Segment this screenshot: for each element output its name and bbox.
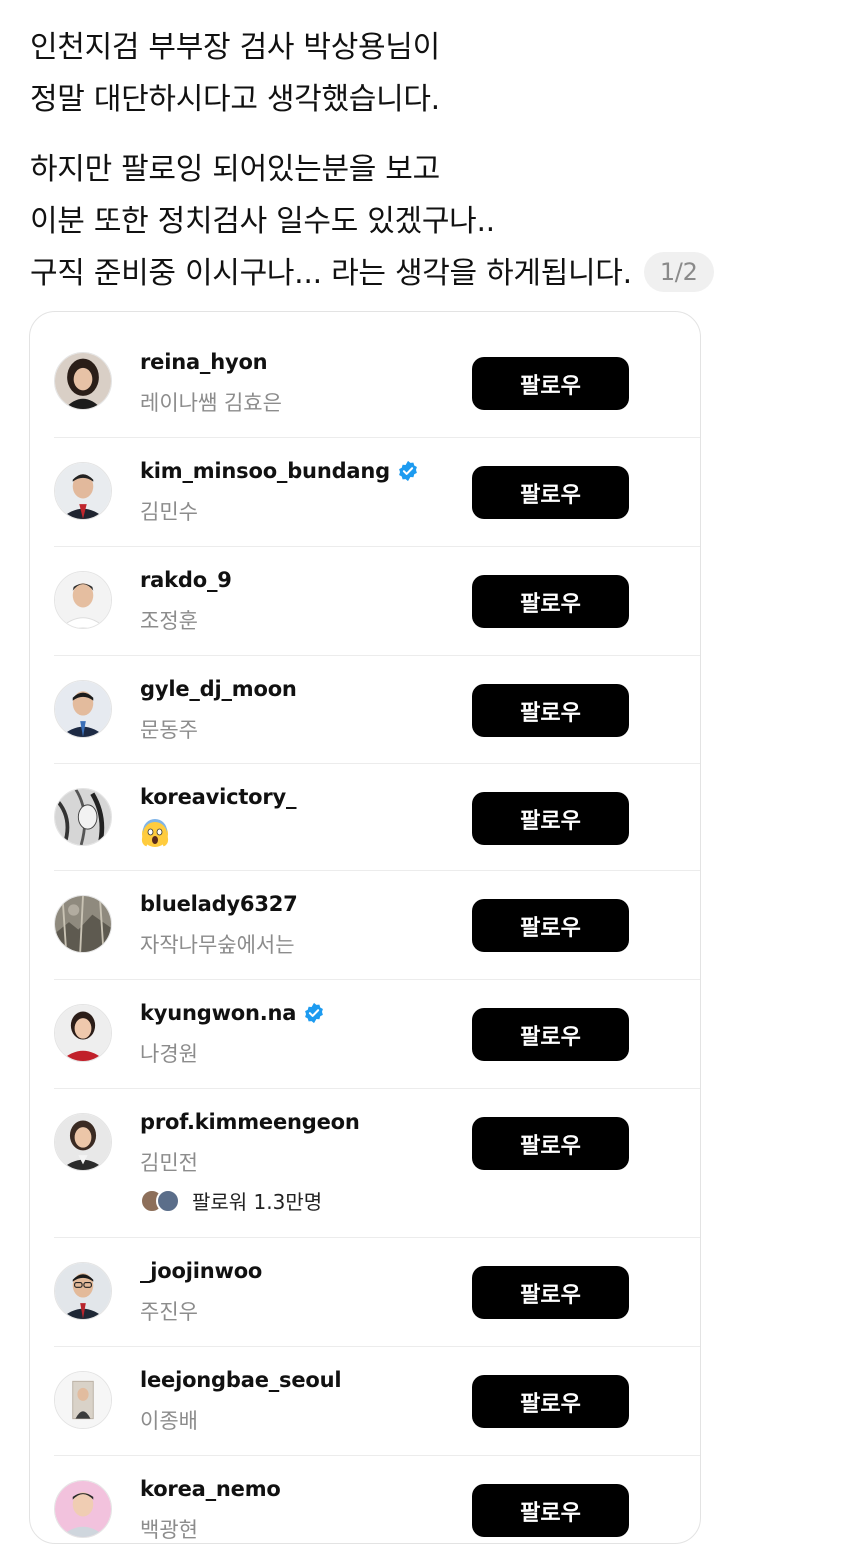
username[interactable]: gyle_dj_moon — [140, 677, 297, 701]
display-name: 김민수 — [140, 500, 198, 524]
username-text[interactable]: reina_hyon — [140, 350, 268, 374]
account-row: kim_minsoo_bundang 김민수 팔로우 — [30, 438, 700, 547]
username-text[interactable]: kim_minsoo_bundang — [140, 459, 390, 483]
avatar[interactable] — [54, 1371, 112, 1429]
display-name: 백광현 — [140, 1518, 198, 1542]
follow-button[interactable]: 팔로우 — [472, 357, 629, 410]
verified-badge-icon — [303, 1002, 325, 1024]
display-name: 조정훈 — [140, 609, 198, 633]
avatar[interactable] — [54, 352, 112, 410]
follow-button[interactable]: 팔로우 — [472, 466, 629, 519]
post-paragraph-2: 하지만 팔로잉 되어있는분을 보고 이분 또한 정치검사 일수도 있겠구나.. … — [30, 144, 830, 300]
avatar[interactable] — [54, 788, 112, 846]
username[interactable]: rakdo_9 — [140, 568, 232, 592]
follow-button[interactable]: 팔로우 — [472, 684, 629, 737]
username-text[interactable]: rakdo_9 — [140, 568, 232, 592]
username-text[interactable]: gyle_dj_moon — [140, 677, 297, 701]
followers-count: 팔로워 1.3만명 — [192, 1190, 323, 1214]
username-text[interactable]: bluelady6327 — [140, 892, 298, 916]
display-name: 주진우 — [140, 1300, 198, 1324]
display-name: 이종배 — [140, 1409, 198, 1433]
follow-button[interactable]: 팔로우 — [472, 1484, 629, 1537]
account-row: bluelady6327 자작나무숲에서는 팔로우 — [30, 871, 700, 980]
display-name: 김민전 — [140, 1151, 198, 1175]
avatar[interactable] — [54, 680, 112, 738]
page-indicator: 1/2 — [643, 251, 714, 292]
username-text[interactable]: koreavictory_ — [140, 785, 297, 809]
post-line: 이분 또한 정치검사 일수도 있겠구나.. — [30, 204, 495, 239]
username[interactable]: koreavictory_ — [140, 785, 297, 809]
follow-button[interactable]: 팔로우 — [472, 1117, 629, 1170]
avatar[interactable] — [54, 1480, 112, 1538]
username[interactable]: reina_hyon — [140, 350, 268, 374]
account-row: reina_hyon 레이나쌤 김효은 팔로우 — [30, 312, 700, 438]
avatar[interactable] — [54, 571, 112, 629]
display-name: 자작나무숲에서는 — [140, 933, 295, 957]
post-line: 인천지검 부부장 검사 박상용님이 — [30, 30, 440, 65]
account-row: leejongbae_seoul 이종배 팔로우 — [30, 1347, 700, 1456]
avatar[interactable] — [54, 462, 112, 520]
follow-button[interactable]: 팔로우 — [472, 1375, 629, 1428]
username-text[interactable]: _joojinwoo — [140, 1259, 262, 1283]
display-name: 문동주 — [140, 718, 198, 742]
account-row: gyle_dj_moon 문동주 팔로우 — [30, 656, 700, 764]
username[interactable]: prof.kimmeengeon — [140, 1110, 360, 1134]
account-row: kyungwon.na 나경원 팔로우 — [30, 980, 700, 1089]
username-text[interactable]: leejongbae_seoul — [140, 1368, 342, 1392]
avatar[interactable] — [54, 1113, 112, 1171]
mutual-avatars — [140, 1188, 180, 1213]
username[interactable]: kyungwon.na — [140, 1001, 325, 1025]
account-row: rakdo_9 조정훈 팔로우 — [30, 547, 700, 656]
avatar[interactable] — [54, 1262, 112, 1320]
username[interactable]: _joojinwoo — [140, 1259, 262, 1283]
follow-button[interactable]: 팔로우 — [472, 792, 629, 845]
account-row: korea_nemo 백광현 팔로우 — [30, 1456, 700, 1543]
follow-button[interactable]: 팔로우 — [472, 1266, 629, 1319]
account-row: koreavictory_ 팔로우 — [30, 764, 700, 871]
face-screaming-in-fear-icon — [140, 819, 170, 849]
username-text[interactable]: kyungwon.na — [140, 1001, 296, 1025]
username-text[interactable]: korea_nemo — [140, 1477, 281, 1501]
follow-suggestions-card: reina_hyon 레이나쌤 김효은 팔로우 kim_minsoo_bunda… — [29, 311, 701, 1544]
post-line: 구직 준비중 이시구나... 라는 생각을 하게됩니다. 1/2 — [30, 248, 830, 300]
follow-button[interactable]: 팔로우 — [472, 575, 629, 628]
display-name: 나경원 — [140, 1042, 198, 1066]
username[interactable]: leejongbae_seoul — [140, 1368, 342, 1392]
mutual-followers: 팔로워 1.3만명 — [140, 1186, 322, 1215]
verified-badge-icon — [397, 460, 419, 482]
post-paragraph-1: 인천지검 부부장 검사 박상용님이 정말 대단하시다고 생각했습니다. — [30, 22, 830, 126]
username[interactable]: korea_nemo — [140, 1477, 281, 1501]
post-text: 인천지검 부부장 검사 박상용님이 정말 대단하시다고 생각했습니다. 하지만 … — [30, 22, 830, 300]
username[interactable]: kim_minsoo_bundang — [140, 459, 419, 483]
follow-button[interactable]: 팔로우 — [472, 1008, 629, 1061]
follow-button[interactable]: 팔로우 — [472, 899, 629, 952]
post-line: 정말 대단하시다고 생각했습니다. — [30, 82, 440, 117]
avatar[interactable] — [54, 1004, 112, 1062]
username-text[interactable]: prof.kimmeengeon — [140, 1110, 360, 1134]
avatar[interactable] — [54, 895, 112, 953]
post-line-text: 구직 준비중 이시구나... 라는 생각을 하게됩니다. — [30, 256, 632, 291]
username[interactable]: bluelady6327 — [140, 892, 298, 916]
post-line: 하지만 팔로잉 되어있는분을 보고 — [30, 152, 440, 187]
account-row: prof.kimmeengeon 김민전 팔로워 1.3만명 팔로우 — [30, 1089, 700, 1238]
account-row: _joojinwoo 주진우 팔로우 — [30, 1238, 700, 1347]
display-name: 레이나쌤 김효은 — [140, 391, 282, 415]
mini-avatar — [156, 1188, 180, 1213]
